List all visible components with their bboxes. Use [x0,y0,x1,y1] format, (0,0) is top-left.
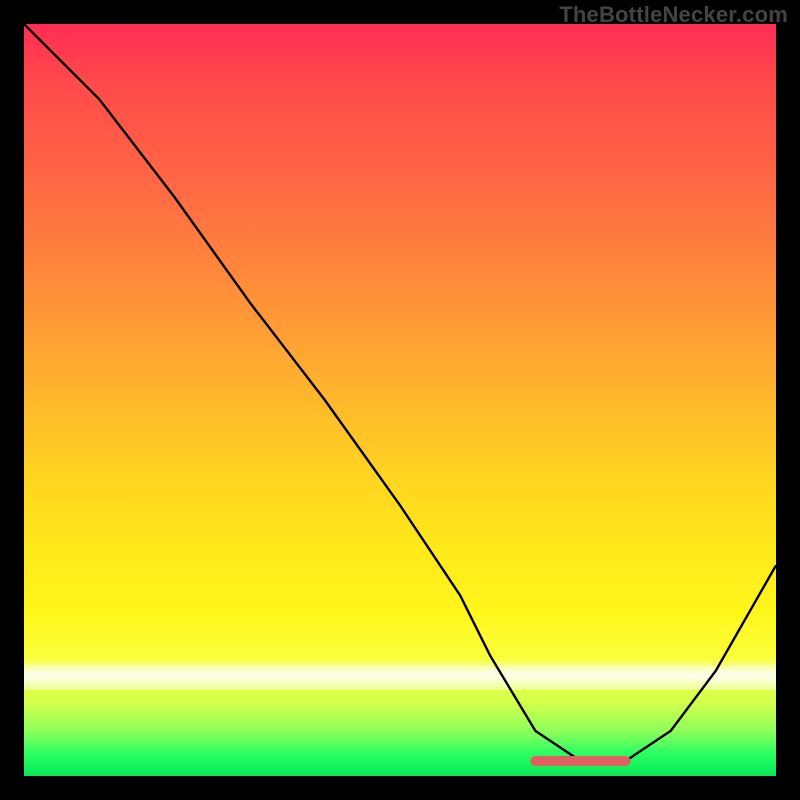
bottleneck-curve [24,24,776,761]
plot-area [24,24,776,776]
chart-frame: TheBottleNecker.com [0,0,800,800]
curve-layer [24,24,776,776]
